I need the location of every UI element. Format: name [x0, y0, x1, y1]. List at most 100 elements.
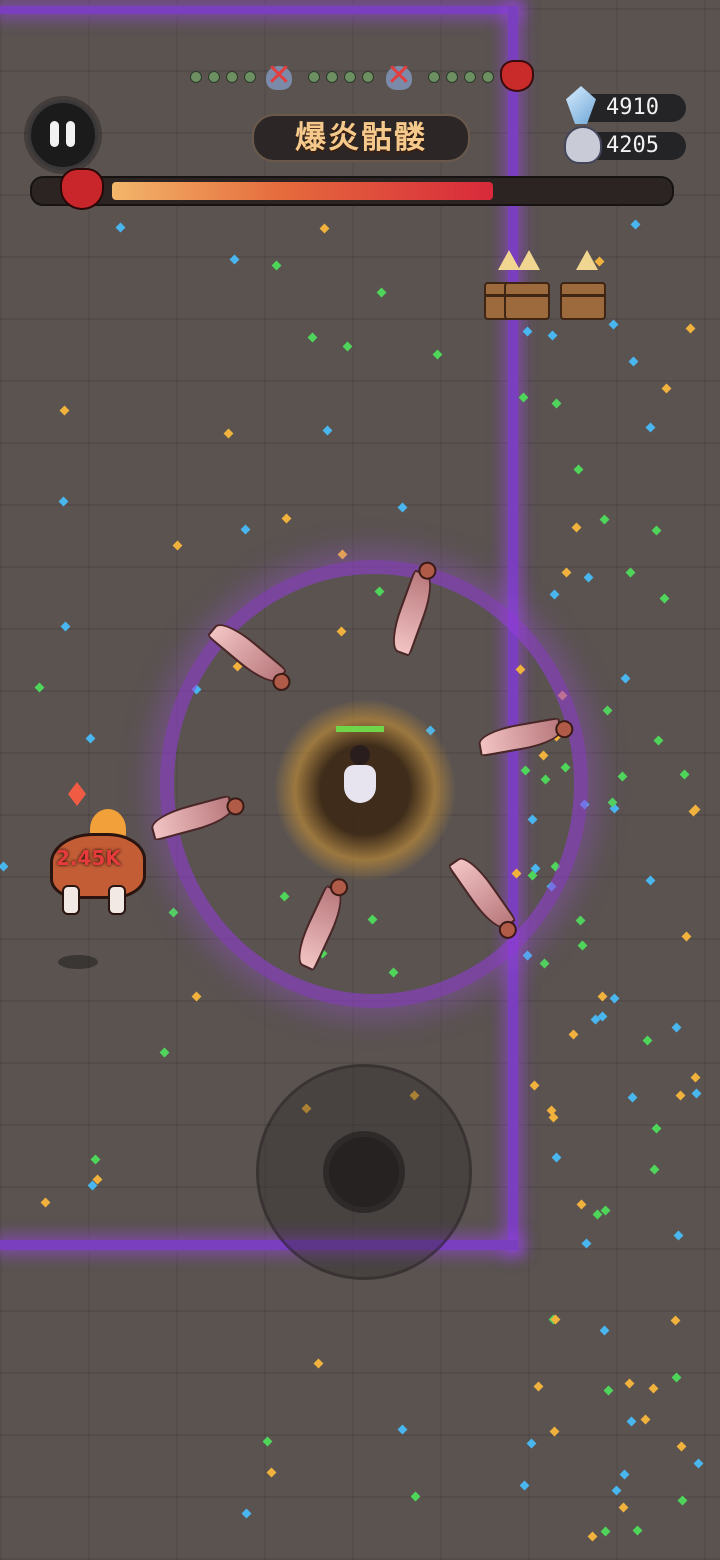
- gem-drop: [618, 1502, 629, 1513]
- pause-button[interactable]: [28, 100, 98, 170]
- damage-number: 2.45K: [56, 846, 121, 870]
- gem-drop: [679, 769, 690, 780]
- gem-drop: [670, 1315, 681, 1326]
- gem-drop: [651, 525, 662, 536]
- gem-drop: [240, 524, 251, 535]
- gem-drop: [599, 1325, 610, 1336]
- gem-drop: [159, 1047, 170, 1058]
- gem-drop: [518, 392, 529, 403]
- player-character: [340, 745, 380, 805]
- gem-drop: [526, 1438, 537, 1449]
- gem-drop: [519, 1480, 530, 1491]
- gem-drop: [575, 915, 586, 926]
- gem-drop: [594, 256, 605, 267]
- gem-drop: [533, 1381, 544, 1392]
- gem-drop: [281, 513, 292, 524]
- wave-progress-track: ✕ ✕: [190, 58, 550, 94]
- gem-drop: [673, 1230, 684, 1241]
- gem-drop: [645, 422, 656, 433]
- gem-drop: [59, 405, 70, 416]
- gem-drop: [223, 428, 234, 439]
- gem-drop: [611, 1485, 622, 1496]
- gem-drop: [313, 1358, 324, 1369]
- gem-drop: [548, 1112, 559, 1123]
- gem-drop: [632, 1525, 643, 1536]
- gem-drop: [172, 540, 183, 551]
- soul-value: 4205: [606, 133, 659, 158]
- gem-drop: [661, 383, 672, 394]
- soul-icon: [564, 126, 602, 164]
- gem-drop: [625, 567, 636, 578]
- gem-drop: [620, 673, 631, 684]
- gem-drop: [609, 993, 620, 1004]
- gem-drop: [677, 1495, 688, 1506]
- cleared-stage-skull-icon: ✕: [266, 58, 292, 93]
- boss-name-label: 爆炎骷髅: [252, 114, 470, 162]
- gem-drop: [549, 1426, 560, 1437]
- gem-drop: [191, 991, 202, 1002]
- gem-drop: [568, 1029, 579, 1040]
- gem-drop: [602, 705, 613, 716]
- gem-drop: [539, 958, 550, 969]
- gem-drop: [640, 1414, 651, 1425]
- treasure-chest[interactable]: [560, 282, 606, 320]
- gem-drop: [573, 464, 584, 475]
- gem-drop: [577, 940, 588, 951]
- gem-drop: [630, 219, 641, 230]
- gem-drop: [319, 223, 330, 234]
- gem-drop: [597, 991, 608, 1002]
- treasure-chest[interactable]: [504, 282, 550, 320]
- gem-drop: [60, 621, 71, 632]
- gem-drop: [603, 1385, 614, 1396]
- joystick-knob[interactable]: [329, 1137, 399, 1207]
- gem-drop: [58, 496, 69, 507]
- gem-drop: [529, 1080, 540, 1091]
- gem-drop: [547, 330, 558, 341]
- enemy-target-marker: [68, 782, 86, 806]
- virtual-joystick[interactable]: [256, 1064, 472, 1280]
- gem-drop: [627, 1092, 638, 1103]
- crystal-counter: 4910: [566, 86, 686, 124]
- gem-drop: [576, 1199, 587, 1210]
- gem-drop: [168, 907, 179, 918]
- gem-drop: [551, 398, 562, 409]
- gem-drop: [337, 549, 348, 560]
- gem-drop: [342, 341, 353, 352]
- gem-drop: [651, 1123, 662, 1134]
- gem-drop: [571, 522, 582, 533]
- gem-drop: [626, 1416, 637, 1427]
- gem-drop: [262, 1436, 273, 1447]
- gem-drop: [397, 502, 408, 513]
- gem-drop: [322, 425, 333, 436]
- gem-drop: [671, 1022, 682, 1033]
- gem-drop: [675, 1090, 686, 1101]
- gem-drop: [40, 1197, 51, 1208]
- gem-drop: [690, 1072, 701, 1083]
- cleared-stage-skull-icon: ✕: [386, 58, 412, 93]
- gem-drop: [691, 1088, 702, 1099]
- gem-drop: [648, 1383, 659, 1394]
- gem-drop: [410, 1491, 421, 1502]
- gem-drop: [653, 735, 664, 746]
- game-arena: 2.45K: [0, 0, 720, 1560]
- gem-drop: [642, 1035, 653, 1046]
- gem-drop: [649, 1164, 660, 1175]
- ground-shadow: [58, 955, 98, 969]
- gem-drop: [659, 593, 670, 604]
- gem-drop: [676, 1441, 687, 1452]
- soul-counter: 4205: [564, 126, 686, 164]
- gem-drop: [671, 1372, 682, 1383]
- chest-alert-icon: [518, 250, 540, 270]
- gem-drop: [397, 1424, 408, 1435]
- gem-drop: [619, 1469, 630, 1480]
- gem-drop: [681, 931, 692, 942]
- boss-health-bar: [30, 176, 674, 206]
- gem-drop: [34, 682, 45, 693]
- gem-drop: [432, 349, 443, 360]
- gem-drop: [685, 323, 696, 334]
- gem-drop: [693, 1458, 704, 1469]
- gem-drop: [628, 356, 639, 367]
- gem-drop: [617, 771, 628, 782]
- gem-drop: [587, 1531, 598, 1542]
- gem-drop: [85, 733, 96, 744]
